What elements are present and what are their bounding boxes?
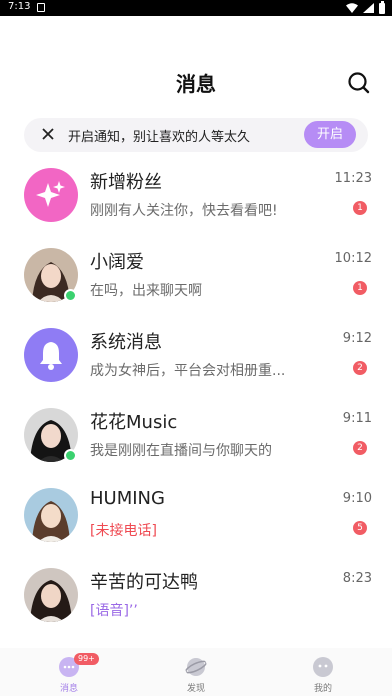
notification-status-icon <box>37 3 45 12</box>
unread-badge: 2 <box>353 361 367 375</box>
tab-label: 我的 <box>313 684 332 694</box>
notification-prompt: 开启通知，别让喜欢的人等太久 开启 <box>24 118 368 152</box>
unread-badge: 2 <box>353 441 367 455</box>
conversation-preview: 我是刚刚在直播间与你聊天的 <box>90 443 272 459</box>
conversation-list: 新增粉丝 11:23 刚刚有人关注你，快去看看吧! 1 小阔爱 10:12 在吗… <box>0 160 392 640</box>
conversation-time: 11:23 <box>334 171 372 186</box>
profile-icon <box>313 657 333 677</box>
page-title: 消息 <box>176 72 216 96</box>
conversation-time: 8:23 <box>342 571 372 586</box>
conversation-name: 花花Music <box>90 412 178 433</box>
conversation-item-new-fans[interactable]: 新增粉丝 11:23 刚刚有人关注你，快去看看吧! 1 <box>0 160 392 240</box>
conversation-name: 新增粉丝 <box>90 172 162 193</box>
bottom-tab-bar: 99+ 消息 发现 我的 <box>0 648 392 696</box>
status-time: 7:13 <box>8 1 31 12</box>
conversation-item-kedaya[interactable]: 辛苦的可达鸭 8:23 [语音]’’ <box>0 560 392 640</box>
search-icon[interactable] <box>346 70 372 96</box>
unread-badge: 1 <box>353 201 367 215</box>
notification-text: 开启通知，别让喜欢的人等太久 <box>68 130 251 145</box>
conversation-preview: [未接电话] <box>90 523 157 539</box>
avatar <box>24 568 78 622</box>
conversation-name: 系统消息 <box>90 332 162 353</box>
tab-messages[interactable]: 99+ 消息 <box>29 653 109 694</box>
battery-icon <box>379 0 385 14</box>
conversation-preview: 刚刚有人关注你，快去看看吧! <box>90 203 278 219</box>
tab-profile[interactable]: 我的 <box>283 654 363 694</box>
page-header: 消息 <box>0 16 392 116</box>
unread-badge: 1 <box>353 281 367 295</box>
conversation-preview: [语音]’’ <box>90 603 138 619</box>
conversation-item-huming[interactable]: HUMING 9:10 [未接电话] 5 <box>0 480 392 560</box>
avatar <box>24 488 78 542</box>
messages-badge: 99+ <box>74 653 99 665</box>
conversation-preview: 成为女神后，平台会对相册重... <box>90 363 286 379</box>
sparkle-icon <box>24 168 78 222</box>
conversation-name: 小阔爱 <box>90 252 144 273</box>
conversation-time: 9:10 <box>342 491 372 506</box>
online-indicator <box>64 289 77 302</box>
conversation-item-xiaokuoai[interactable]: 小阔爱 10:12 在吗，出来聊天啊 1 <box>0 240 392 320</box>
online-indicator <box>64 449 77 462</box>
bell-icon <box>24 328 78 382</box>
unread-badge: 5 <box>353 521 367 535</box>
signal-icon <box>363 3 374 13</box>
conversation-time: 9:12 <box>342 331 372 346</box>
conversation-name: HUMING <box>90 488 165 509</box>
tab-discover[interactable]: 发现 <box>156 654 236 694</box>
conversation-preview: 在吗，出来聊天啊 <box>90 283 202 299</box>
conversation-time: 10:12 <box>334 251 372 266</box>
status-bar: 7:13 <box>0 0 392 16</box>
conversation-item-system[interactable]: 系统消息 9:12 成为女神后，平台会对相册重... 2 <box>0 320 392 400</box>
conversation-item-huahua-music[interactable]: 花花Music 9:11 我是刚刚在直播间与你聊天的 2 <box>0 400 392 480</box>
wifi-icon <box>346 3 358 13</box>
enable-notification-button[interactable]: 开启 <box>304 121 356 148</box>
planet-icon <box>185 658 207 676</box>
status-icons <box>346 0 385 14</box>
conversation-name: 辛苦的可达鸭 <box>90 572 198 593</box>
conversation-time: 9:11 <box>342 411 372 426</box>
tab-label: 消息 <box>59 684 78 694</box>
close-icon[interactable] <box>41 127 55 141</box>
tab-label: 发现 <box>186 684 205 694</box>
